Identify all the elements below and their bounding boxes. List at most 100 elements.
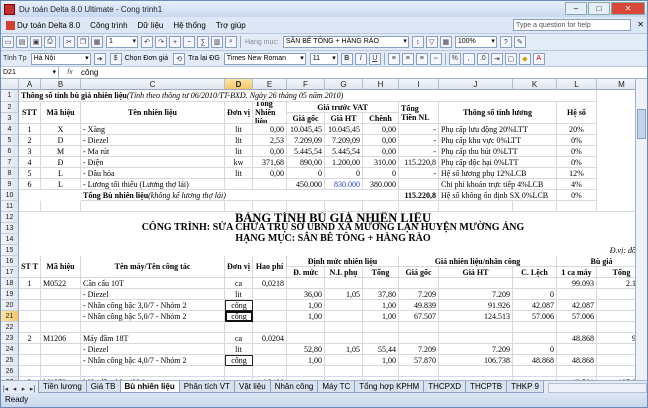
column-header-k[interactable]: K bbox=[513, 79, 557, 90]
last-tab-icon[interactable]: ▸| bbox=[28, 385, 37, 393]
fx-icon[interactable]: fx bbox=[59, 69, 81, 76]
undo-icon[interactable]: ↶ bbox=[141, 36, 153, 48]
find-icon[interactable]: ⌕ bbox=[225, 36, 237, 48]
column-header-l[interactable]: L bbox=[557, 79, 597, 90]
fill-color-icon[interactable]: ◆ bbox=[518, 52, 531, 65]
row-header-16[interactable]: 16 bbox=[1, 256, 19, 267]
tab-bù-nhiên-liệu[interactable]: Bù nhiên liệu bbox=[119, 381, 180, 393]
font-size-select[interactable]: 11 bbox=[309, 52, 338, 65]
row-header-18[interactable]: 18 bbox=[1, 278, 19, 289]
maximize-button[interactable]: □ bbox=[588, 2, 610, 15]
row-header-9[interactable]: 9 bbox=[1, 179, 19, 190]
menu-tro-giup[interactable]: Trợ giúp bbox=[211, 21, 251, 30]
row-header-8[interactable]: 8 bbox=[1, 168, 19, 179]
font-color-icon[interactable]: A bbox=[532, 52, 545, 65]
prev-tab-icon[interactable]: ◂ bbox=[10, 385, 19, 393]
workbook-close-icon[interactable]: ✕ bbox=[637, 20, 644, 29]
column-header-a[interactable]: A bbox=[19, 79, 41, 90]
filter-icon[interactable]: ▽ bbox=[425, 36, 438, 48]
row-header-25[interactable]: 25 bbox=[1, 355, 19, 366]
option-icon[interactable]: ✎ bbox=[513, 36, 526, 48]
tab-thkp-9[interactable]: THKP 9 bbox=[506, 381, 544, 393]
insert-row-icon[interactable]: + bbox=[169, 36, 181, 48]
percent-icon[interactable]: % bbox=[448, 52, 461, 65]
italic-icon[interactable]: I bbox=[354, 52, 367, 65]
row-header-3[interactable]: 3 bbox=[1, 113, 19, 124]
align-left-icon[interactable]: ≡ bbox=[387, 52, 400, 65]
print-icon[interactable]: ⎙ bbox=[44, 36, 56, 48]
row-header-7[interactable]: 7 bbox=[1, 157, 19, 168]
tab-tổng-hợp-kphm[interactable]: Tổng hợp KPHM bbox=[354, 381, 425, 393]
row-header-26[interactable]: 26 bbox=[1, 366, 19, 377]
zoom-select[interactable]: 100% bbox=[454, 36, 497, 48]
column-header-c[interactable]: C bbox=[81, 79, 225, 90]
calc-icon[interactable]: ∑ bbox=[197, 36, 209, 48]
column-header-b[interactable]: B bbox=[41, 79, 81, 90]
choose-price-button[interactable]: $ Chọn Đơn giá bbox=[109, 52, 168, 65]
menu-cong-trinh[interactable]: Công trình bbox=[85, 21, 132, 30]
name-box[interactable]: D21 bbox=[1, 67, 59, 78]
menu-he-thong[interactable]: Hệ thống bbox=[168, 21, 210, 30]
row-header-19[interactable]: 19 bbox=[1, 289, 19, 300]
arrow-icon[interactable]: ➜ bbox=[93, 52, 106, 65]
save-icon[interactable]: ▣ bbox=[30, 36, 42, 48]
row-header-13[interactable]: 13 bbox=[1, 223, 19, 234]
sort-icon[interactable]: ↕ bbox=[411, 36, 424, 48]
tab-vật-liệu[interactable]: Vật liệu bbox=[234, 381, 271, 393]
lookup-price-button[interactable]: ⟲ Tra lại ĐG bbox=[172, 52, 220, 65]
column-header-g[interactable]: G bbox=[325, 79, 363, 90]
table-icon[interactable]: ▦ bbox=[439, 36, 452, 48]
spreadsheet-grid[interactable]: A B C D E F G H I J K L M 1 2 3 4 5 6 7 8 9 10 11 12 13 14 15 16 17 18… bbox=[1, 79, 647, 380]
row-header-10[interactable]: 10 bbox=[1, 190, 19, 201]
tab-thcpxd[interactable]: THCPXD bbox=[423, 381, 467, 393]
column-header-e[interactable]: E bbox=[253, 79, 287, 90]
tab-nhân-công[interactable]: Nhân công bbox=[269, 381, 319, 393]
grid-corner[interactable] bbox=[1, 79, 19, 90]
copy-icon[interactable]: ❐ bbox=[77, 36, 89, 48]
redo-icon[interactable]: ↷ bbox=[155, 36, 167, 48]
row-header-14[interactable]: 14 bbox=[1, 234, 19, 245]
tab-máy-tc[interactable]: Máy TC bbox=[317, 381, 356, 393]
comma-icon[interactable]: , bbox=[462, 52, 475, 65]
cut-icon[interactable]: ✂ bbox=[63, 36, 75, 48]
chart-icon[interactable]: ▥ bbox=[211, 36, 223, 48]
align-right-icon[interactable]: ≡ bbox=[415, 52, 428, 65]
bold-icon[interactable]: B bbox=[340, 52, 353, 65]
help-search-input[interactable]: Type a question for help bbox=[513, 19, 631, 31]
row-header-6[interactable]: 6 bbox=[1, 146, 19, 157]
paste-icon[interactable]: ▦ bbox=[91, 36, 103, 48]
decimal-icon[interactable]: .0 bbox=[476, 52, 489, 65]
formula-input[interactable]: công bbox=[81, 68, 98, 77]
row-header-12[interactable]: 12 bbox=[1, 212, 19, 223]
row-header-22[interactable]: 22 bbox=[1, 322, 19, 333]
open-icon[interactable]: ▤ bbox=[16, 36, 28, 48]
merge-icon[interactable]: ⇔ bbox=[429, 52, 442, 65]
column-header-h[interactable]: H bbox=[363, 79, 399, 90]
column-header-d[interactable]: D bbox=[225, 79, 253, 90]
row-header-2[interactable]: 2 bbox=[1, 102, 19, 113]
row-header-20[interactable]: 20 bbox=[1, 300, 19, 311]
column-header-f[interactable]: F bbox=[287, 79, 325, 90]
row-header-21[interactable]: 21 bbox=[1, 311, 19, 322]
tab-giá-tb[interactable]: Giá TB bbox=[85, 381, 121, 393]
next-tab-icon[interactable]: ▸ bbox=[19, 385, 28, 393]
tab-phân-tích-vt[interactable]: Phân tích VT bbox=[178, 381, 235, 393]
scroll-thumb[interactable] bbox=[637, 109, 646, 139]
new-icon[interactable]: ▭ bbox=[2, 36, 14, 48]
close-button[interactable]: ✕ bbox=[611, 2, 645, 15]
indent-icon[interactable]: ⇥ bbox=[490, 52, 503, 65]
row-header-11[interactable]: 11 bbox=[1, 201, 19, 212]
horizontal-scrollbar[interactable] bbox=[547, 383, 647, 393]
delete-row-icon[interactable]: − bbox=[183, 36, 195, 48]
selected-cell-d21[interactable]: công bbox=[225, 311, 253, 322]
align-center-icon[interactable]: ≡ bbox=[401, 52, 414, 65]
row-count-combo[interactable]: 1 bbox=[106, 36, 138, 48]
hangmuc-select[interactable]: SÂN BÊ TÔNG + HÀNG RÀO bbox=[282, 36, 409, 48]
menu-du-lieu[interactable]: Dữ liệu bbox=[133, 21, 169, 30]
tab-tiền-lương[interactable]: Tiền lương bbox=[38, 381, 87, 393]
column-header-j[interactable]: J bbox=[439, 79, 513, 90]
vertical-scrollbar[interactable] bbox=[635, 79, 647, 380]
menu-delta[interactable]: Dự toán Delta 8.0 bbox=[1, 20, 85, 30]
row-header-15[interactable]: 15 bbox=[1, 245, 19, 256]
help-icon[interactable]: ? bbox=[499, 36, 512, 48]
